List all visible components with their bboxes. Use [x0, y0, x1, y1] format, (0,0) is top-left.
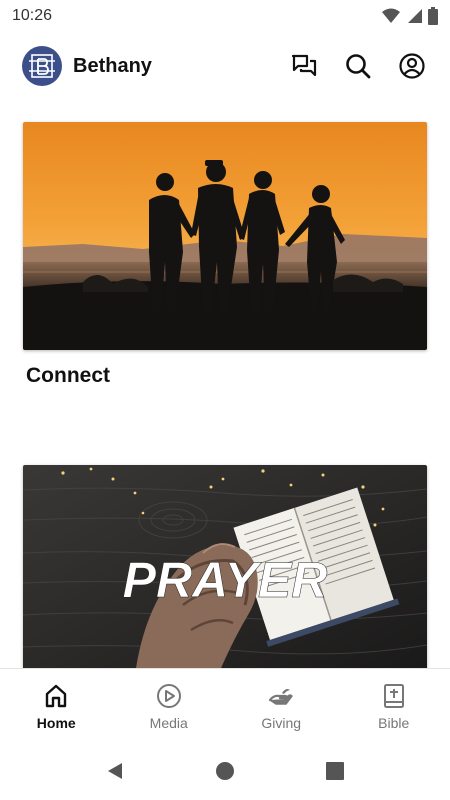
church-logo-icon[interactable] — [22, 46, 62, 86]
feed-card-prayer[interactable]: PRAYER — [23, 465, 427, 668]
home-icon — [43, 683, 69, 709]
play-circle-icon — [156, 683, 182, 709]
nav-label-home: Home — [36, 715, 76, 731]
home-button-icon[interactable] — [209, 755, 241, 787]
bottom-navigation: Home Media Giving Bible — [0, 668, 450, 742]
nav-label-media: Media — [149, 715, 188, 731]
bible-icon — [381, 683, 407, 709]
status-bar: 10:26 — [0, 0, 450, 32]
card-image-prayer[interactable]: PRAYER — [23, 465, 427, 668]
nav-label-giving: Giving — [261, 715, 302, 731]
profile-icon[interactable] — [396, 50, 428, 82]
nav-bible[interactable]: Bible — [338, 669, 450, 742]
status-icons — [382, 7, 438, 25]
card-image-text: PRAYER — [123, 552, 328, 608]
status-time: 10:26 — [12, 7, 53, 24]
wifi-icon — [382, 8, 400, 23]
search-icon[interactable] — [342, 50, 374, 82]
nav-label-bible: Bible — [378, 715, 410, 731]
app-title: Bethany — [73, 54, 152, 77]
content-feed[interactable]: Connect PRAYER — [0, 108, 450, 668]
recents-icon[interactable] — [319, 755, 351, 787]
card-title: Connect — [26, 364, 110, 387]
header-actions — [288, 50, 428, 82]
system-navigation-bar — [0, 742, 450, 800]
battery-icon — [428, 7, 438, 25]
signal-icon — [408, 9, 422, 23]
app-header: Bethany — [0, 40, 450, 92]
nav-media[interactable]: Media — [113, 669, 226, 742]
nav-giving[interactable]: Giving — [225, 669, 338, 742]
card-image-family-sunset[interactable] — [23, 122, 427, 350]
giving-hand-icon — [268, 683, 294, 709]
nav-home[interactable]: Home — [0, 669, 113, 742]
feed-card-connect[interactable]: Connect — [23, 122, 427, 388]
back-icon[interactable] — [99, 755, 131, 787]
chat-icon[interactable] — [288, 50, 320, 82]
